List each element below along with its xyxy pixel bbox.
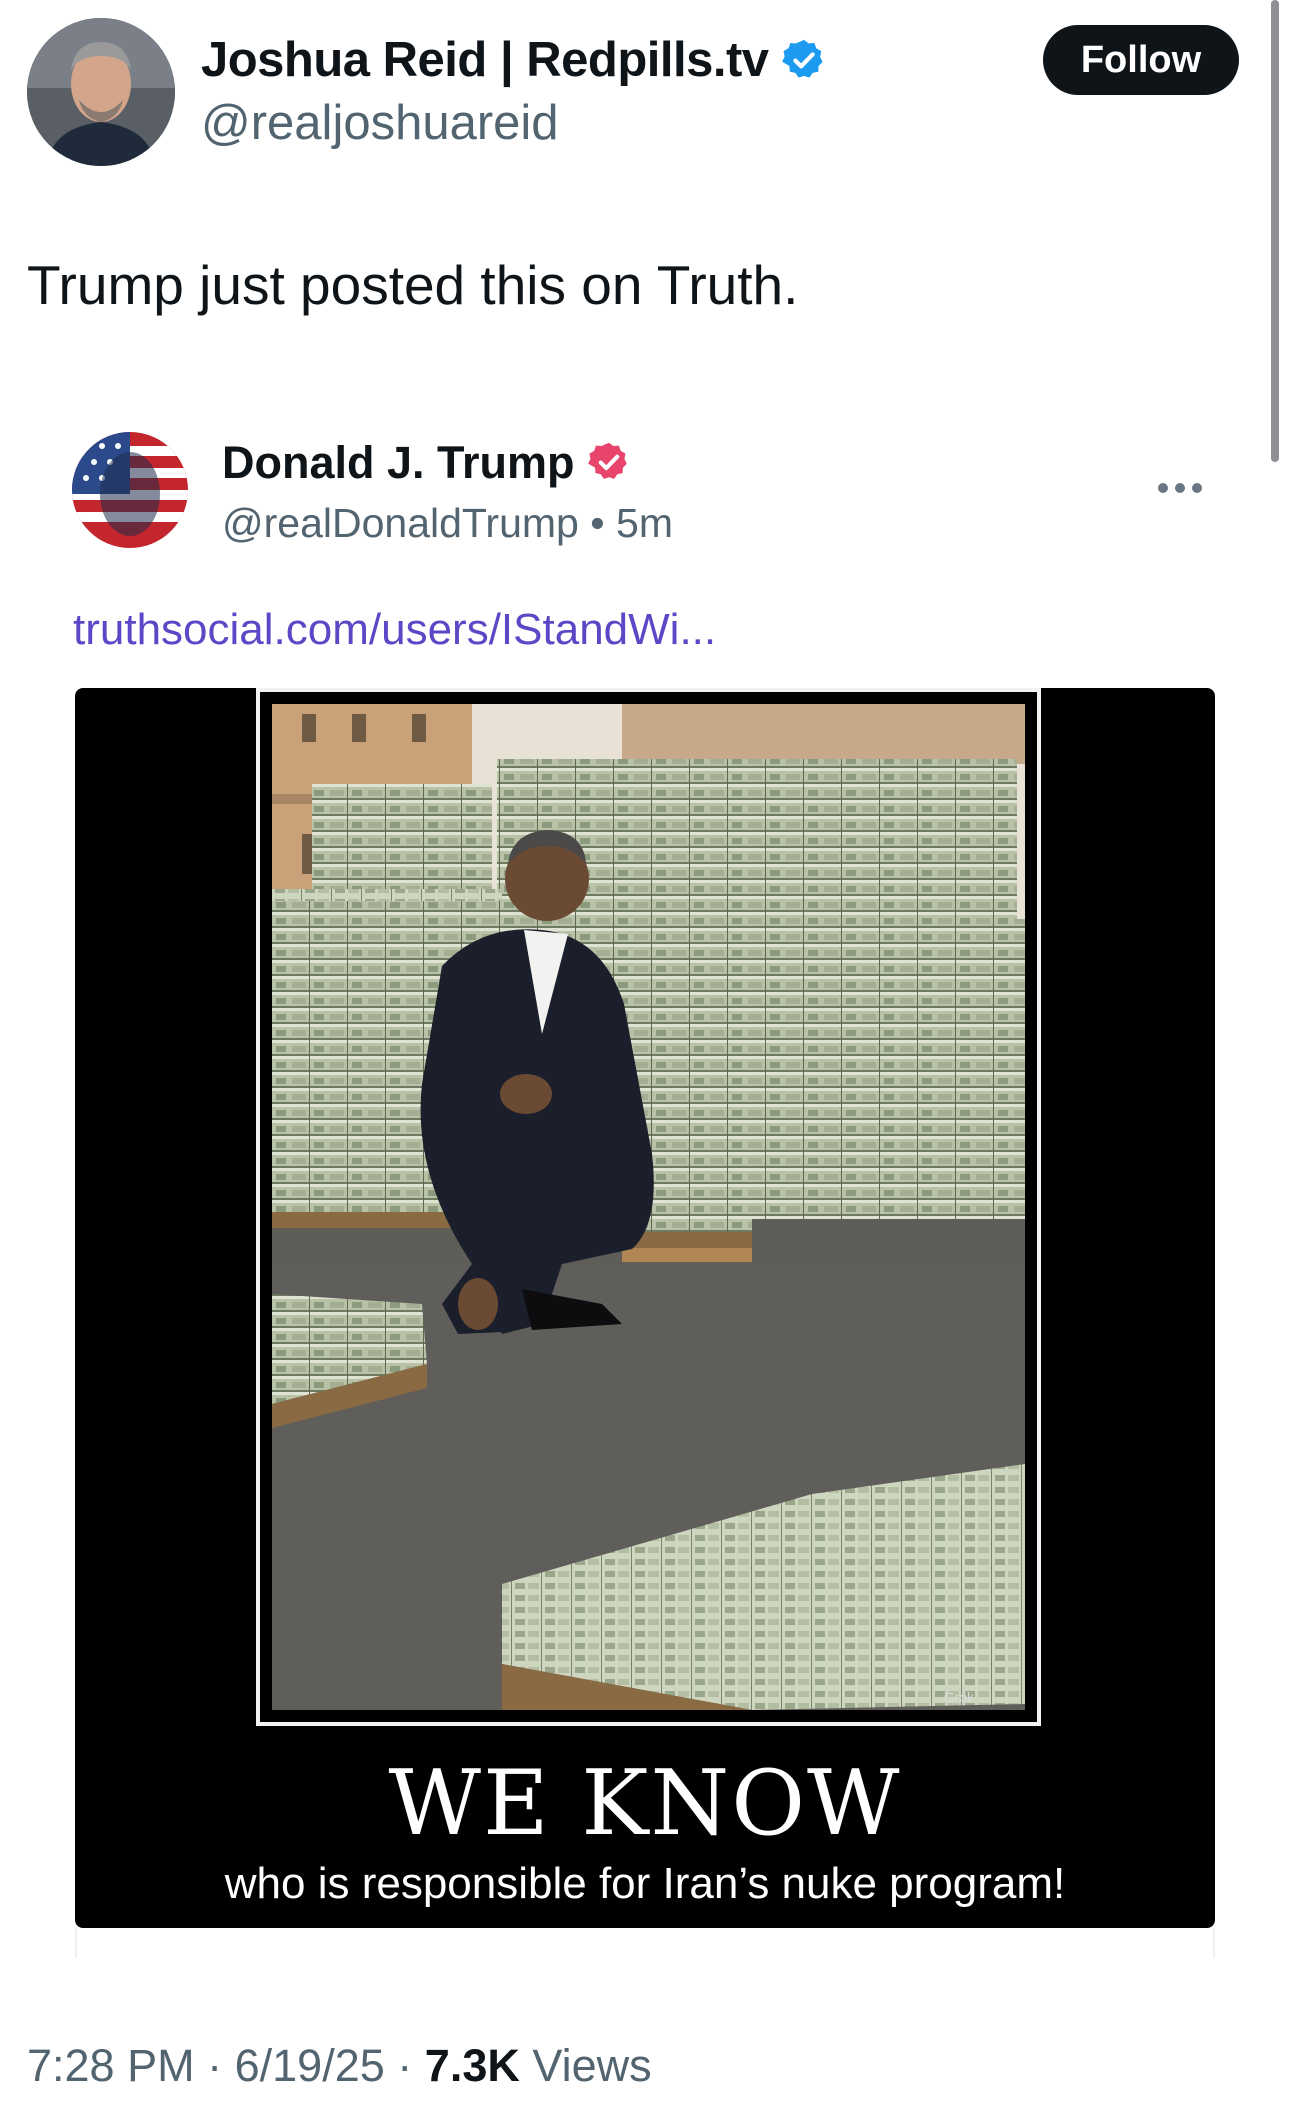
tweet-meta: 7:28 PM · 6/19/25 · 7.3K Views: [27, 2040, 652, 2092]
author-handle[interactable]: @realjoshuareid: [201, 95, 559, 151]
truth-post-age: 5m: [616, 500, 673, 546]
photo-frame: Grok: [256, 688, 1041, 1726]
tweet-time[interactable]: 7:28 PM: [27, 2040, 195, 2091]
truth-avatar: [72, 432, 188, 548]
image-watermark: Grok: [944, 1689, 975, 1705]
meta-separator: ·: [397, 2040, 413, 2091]
meta-separator: ·: [207, 2040, 223, 2091]
author-name-text: Joshua Reid | Redpills.tv: [201, 33, 769, 87]
truth-handle-line: @realDonaldTrump • 5m: [222, 500, 673, 547]
views-label: Views: [532, 2040, 652, 2091]
image-caption-subtitle: who is responsible for Iran’s nuke progr…: [224, 1859, 1066, 1908]
truth-bullet: •: [590, 500, 605, 546]
photo-money-pallets: Grok: [272, 704, 1025, 1710]
tweet-text: Trump just posted this on Truth.: [27, 254, 799, 316]
follow-button[interactable]: Follow: [1043, 25, 1239, 95]
views-count: 7.3K: [424, 2040, 520, 2091]
author-avatar[interactable]: [27, 18, 175, 166]
truth-handle: @realDonaldTrump: [222, 500, 579, 546]
tweet-date[interactable]: 6/19/25: [235, 2040, 385, 2091]
truth-verified-badge-icon: [587, 440, 633, 486]
truth-link[interactable]: truthsocial.com/users/IStandWi...: [73, 605, 716, 655]
more-options-icon[interactable]: [1158, 476, 1210, 500]
verified-badge-icon: [781, 37, 827, 83]
media-card-edge: [75, 1928, 1215, 1958]
tweet-page: Joshua Reid | Redpills.tv @realjoshuarei…: [0, 0, 1290, 2115]
truth-author-name-text: Donald J. Trump: [222, 437, 575, 488]
image-caption-title: WE KNOW: [388, 1751, 902, 1856]
author-name[interactable]: Joshua Reid | Redpills.tv: [201, 32, 827, 88]
truth-author-name: Donald J. Trump: [222, 437, 633, 489]
post-image[interactable]: Grok WE KNOW who is responsible for Iran…: [75, 688, 1215, 1928]
scrollbar[interactable]: [1271, 0, 1279, 462]
